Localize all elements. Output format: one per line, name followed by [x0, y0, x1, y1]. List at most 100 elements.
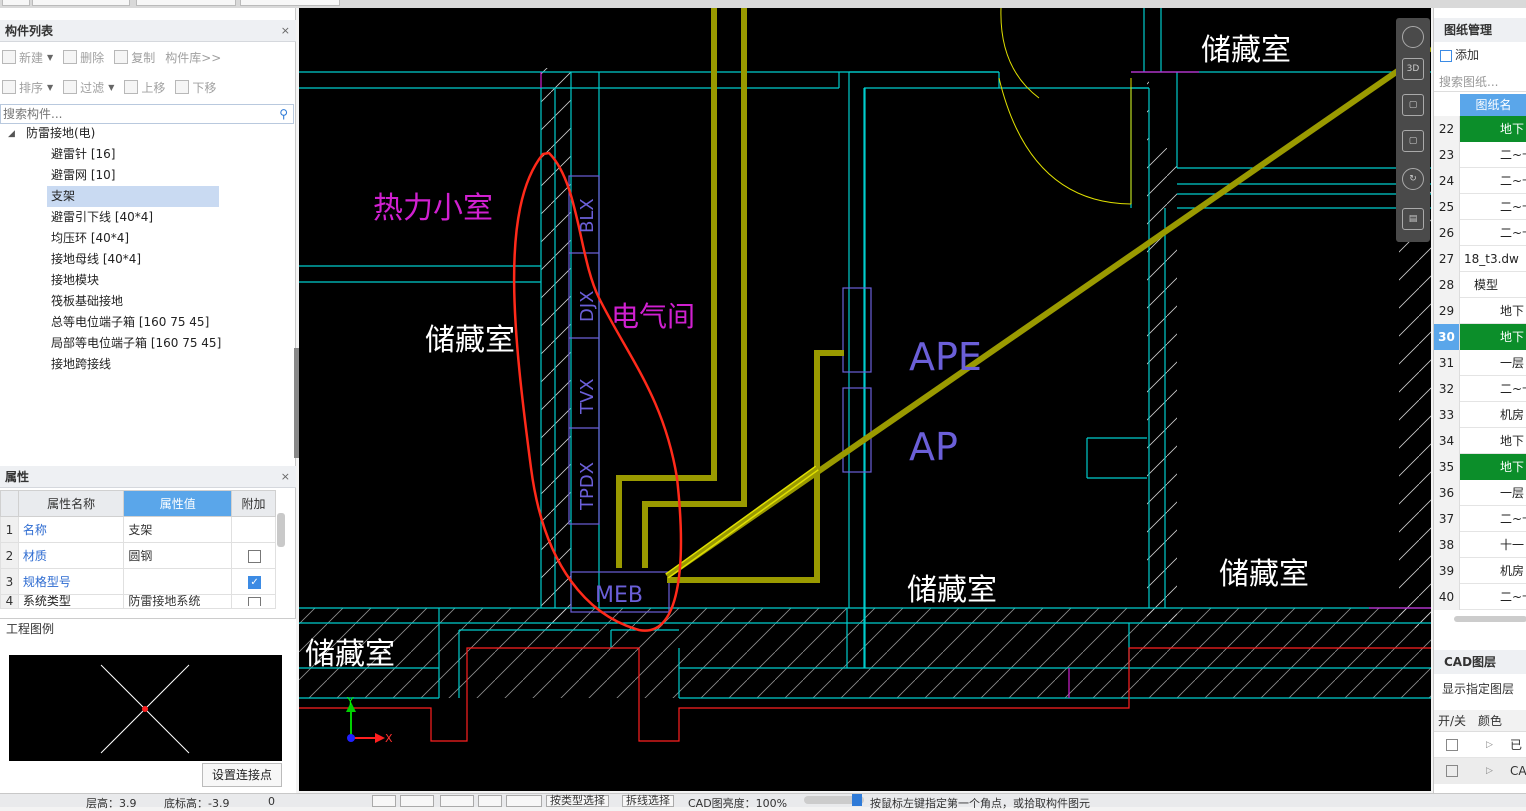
legend-cross-icon	[100, 664, 190, 754]
tree-item[interactable]: 总等电位端子箱 [160 75 45]	[47, 312, 277, 333]
copy-icon	[114, 50, 129, 64]
col-header-value: 属性值	[123, 490, 233, 517]
component-search-input[interactable]	[1, 105, 271, 123]
status-toggle[interactable]	[506, 795, 542, 807]
drawing-row[interactable]: 25 二~十	[1434, 194, 1526, 220]
drawing-row[interactable]: 40 二~十	[1434, 584, 1526, 610]
storage-label: 储藏室	[1219, 557, 1309, 592]
layer-toggle[interactable]	[1446, 739, 1458, 751]
tree-item[interactable]: 避雷网 [10]	[47, 165, 219, 186]
copy-button[interactable]: 复制	[114, 49, 155, 66]
drawing-list-scrollbar[interactable]	[1454, 616, 1526, 622]
status-toggle[interactable]	[372, 795, 396, 807]
prop-value[interactable]: 圆钢	[123, 542, 233, 569]
tree-item[interactable]: 接地模块	[47, 270, 219, 291]
rotate-icon[interactable]: ↻	[1402, 168, 1424, 190]
set-connection-point-button[interactable]: 设置连接点	[202, 763, 282, 787]
move-down-button[interactable]: 下移	[175, 79, 216, 96]
prop-extra	[231, 516, 276, 543]
status-toggle[interactable]	[440, 795, 474, 807]
doc-tab[interactable]	[32, 0, 130, 6]
orbit-icon[interactable]	[1402, 26, 1424, 48]
drawing-row[interactable]: 22 地下	[1434, 116, 1526, 142]
drawing-row[interactable]: 29 地下	[1434, 298, 1526, 324]
extra-checkbox-checked[interactable]: ✓	[248, 575, 262, 589]
brightness-slider-thumb[interactable]	[852, 794, 862, 806]
expand-arrow-icon[interactable]: ◢	[8, 124, 15, 145]
library-button[interactable]: 构件库>>	[165, 49, 221, 66]
new-icon	[2, 50, 16, 64]
show-specified-layer[interactable]: 显示指定图层	[1442, 680, 1514, 697]
cube-view-icon[interactable]: ▢	[1402, 94, 1424, 116]
layer-name: 已	[1510, 738, 1523, 752]
drawing-search-input[interactable]: 搜索图纸...	[1434, 72, 1526, 92]
drawing-row[interactable]: 27 18_t3.dw	[1434, 246, 1526, 272]
drawing-row[interactable]: 24 二~十	[1434, 168, 1526, 194]
tree-item[interactable]: 接地跨接线	[47, 354, 219, 375]
drawing-row[interactable]: 35 地下	[1434, 454, 1526, 480]
view-3d-icon[interactable]: 3D	[1402, 58, 1424, 80]
status-toggle[interactable]	[400, 795, 434, 807]
prop-name: 材质	[17, 542, 125, 569]
filter-button[interactable]: 过滤 ▼	[63, 79, 114, 96]
axis-x-label: X	[385, 732, 393, 745]
play-icon: ▷	[1486, 740, 1493, 750]
drawing-row[interactable]: 26 二~十	[1434, 220, 1526, 246]
cad-canvas[interactable]: 热力小室 电气间 储藏室 储藏室 储藏室 储藏室 储藏室 APE AP MEB …	[299, 8, 1431, 791]
drawing-row[interactable]: 38 十一	[1434, 532, 1526, 558]
tree-item[interactable]: 局部等电位端子箱 [160 75 45]	[47, 333, 277, 354]
drawing-row[interactable]: 34 地下	[1434, 428, 1526, 454]
extra-checkbox[interactable]	[248, 549, 262, 563]
extra-checkbox[interactable]	[248, 597, 262, 606]
doc-tab[interactable]	[240, 0, 340, 6]
status-toggle[interactable]	[478, 795, 502, 807]
drawing-row[interactable]: 37 二~十	[1434, 506, 1526, 532]
tree-item[interactable]: 筏板基础接地	[47, 291, 219, 312]
search-icon[interactable]: ⚲	[279, 107, 288, 121]
legend-title: 工程图例	[6, 622, 55, 636]
drawing-row[interactable]: 23 二~十	[1434, 142, 1526, 168]
drawing-row-num: 25	[1434, 194, 1460, 220]
prop-value[interactable]: 防雷接地系统	[123, 594, 233, 609]
close-icon[interactable]: ×	[281, 466, 290, 488]
drawing-row-num: 27	[1434, 246, 1460, 272]
polyline-select-button[interactable]: 拆线选择	[622, 795, 674, 807]
cube-front-icon[interactable]: ▢	[1402, 130, 1424, 152]
prop-value[interactable]: 支架	[123, 516, 233, 543]
drawing-row[interactable]: 32 二~十	[1434, 376, 1526, 402]
drawing-row[interactable]: 28 模型	[1434, 272, 1526, 298]
drawing-row-num: 36	[1434, 480, 1460, 506]
add-drawing-button[interactable]: 添加	[1440, 46, 1479, 63]
sort-button[interactable]: 排序 ▼	[2, 79, 53, 96]
drawing-row[interactable]: 36 一层	[1434, 480, 1526, 506]
tree-item[interactable]: 避雷针 [16]	[47, 144, 219, 165]
drawing-row[interactable]: 33 机房	[1434, 402, 1526, 428]
move-up-button[interactable]: 上移	[124, 79, 165, 96]
delete-label: 删除	[80, 50, 105, 65]
tree-item-selected[interactable]: 支架	[47, 186, 219, 207]
doc-tab[interactable]	[2, 0, 30, 6]
bottom-elevation: 底标高：-3.9	[164, 797, 230, 810]
close-icon[interactable]: ×	[281, 20, 290, 42]
chevron-down-icon: ▼	[108, 82, 115, 92]
select-by-type-button[interactable]: 按类型选择	[546, 795, 609, 807]
tree-item[interactable]: 接地母线 [40*4]	[47, 249, 219, 270]
delete-button[interactable]: 删除	[63, 49, 104, 66]
drawing-row[interactable]: 30 地下	[1434, 324, 1526, 350]
properties-scrollbar[interactable]	[277, 513, 285, 547]
drawing-row[interactable]: 31 一层	[1434, 350, 1526, 376]
doc-tab[interactable]	[136, 0, 236, 6]
drawing-row[interactable]: 39 机房	[1434, 558, 1526, 584]
tree-item[interactable]: 均压环 [40*4]	[47, 228, 219, 249]
drawing-row-num: 26	[1434, 220, 1460, 246]
table-row: 3 规格型号 ✓	[0, 568, 276, 595]
layout-icon[interactable]: ▤	[1402, 208, 1424, 230]
prop-value[interactable]	[123, 568, 233, 595]
prop-name: 规格型号	[17, 568, 125, 595]
tree-item[interactable]: 避雷引下线 [40*4]	[47, 207, 219, 228]
new-button[interactable]: 新建 ▼	[2, 49, 53, 66]
sort-icon	[2, 80, 16, 94]
layer-toggle[interactable]	[1446, 765, 1458, 777]
tree-root[interactable]: ◢ 防雷接地(电)	[0, 123, 200, 144]
drawing-row-name: 二~十	[1500, 590, 1526, 604]
